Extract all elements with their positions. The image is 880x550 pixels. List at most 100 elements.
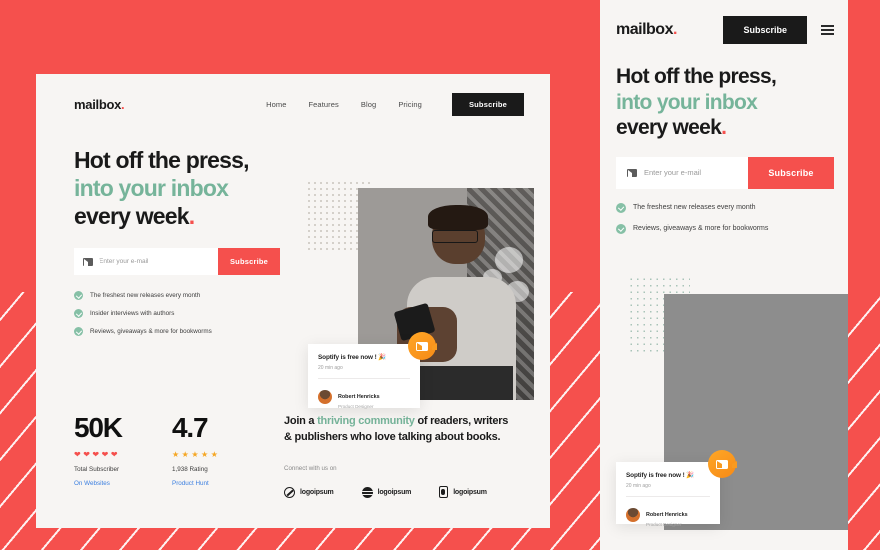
notification-user: Robert Henricks Product Designer — [318, 385, 410, 409]
circle-slash-icon — [284, 486, 295, 498]
nav-item-blog[interactable]: Blog — [361, 100, 376, 109]
notification-title: Soptify is free now ! 🎉 — [626, 472, 695, 479]
partner-logo-label: logoipsum — [453, 488, 487, 496]
envelope-badge-icon — [408, 332, 437, 360]
stat-number: 4.7 — [172, 412, 209, 443]
notification-divider — [318, 378, 410, 379]
mobile-navbar: mailbox. Subscribe — [600, 0, 848, 48]
photo-bokeh — [495, 247, 524, 273]
benefit-label: Reviews, giveaways & more for bookworms — [90, 328, 212, 336]
check-circle-icon — [74, 291, 83, 301]
notification-user-name: Robert Henricks — [646, 512, 688, 518]
avatar — [318, 390, 332, 404]
mobile-navbar-subscribe-button[interactable]: Subscribe — [723, 16, 807, 44]
mobile-headline-line-1: Hot off the press, — [616, 65, 777, 88]
envelope-badge-icon — [708, 450, 737, 478]
mobile-email-input[interactable] — [644, 168, 748, 178]
avatar — [626, 508, 640, 522]
benefit-item: Reviews, giveaways & more for bookworms — [616, 223, 832, 234]
notification-user-role: Product Designer — [338, 404, 374, 409]
partner-logo[interactable]: logoipsum — [361, 486, 412, 498]
mobile-email-input-wrapper[interactable] — [616, 156, 748, 189]
star-icon: ★ — [201, 450, 209, 459]
mobile-headline-line-2: into your inbox — [616, 90, 758, 114]
heart-icon: ❤ — [83, 450, 90, 459]
desktop-subscribe-form: Subscribe — [74, 248, 280, 276]
nav-item-features[interactable]: Features — [308, 100, 338, 109]
stat-rating: 4.7 ★ ★ ★ ★ ★ 1,938 Rating Product Hunt — [172, 414, 270, 528]
brand-logo-dot: . — [121, 96, 125, 112]
photo-subject-hair — [428, 204, 489, 231]
notification-title: Soptify is free now ! 🎉 — [318, 354, 387, 361]
nav-item-pricing[interactable]: Pricing — [398, 100, 422, 109]
community-headline: Join a thriving community of readers, wr… — [284, 414, 509, 445]
email-input-wrapper[interactable] — [74, 248, 218, 276]
headline-line-1: Hot off the press, — [74, 147, 250, 173]
benefit-label: Insider interviews with authors — [90, 310, 175, 318]
desktop-stats-section: 50K ❤ ❤ ❤ ❤ ❤ Total Subscriber On Websit… — [36, 392, 550, 528]
desktop-hero-section: Hot off the press, into your inbox every… — [36, 120, 550, 409]
nav-item-home[interactable]: Home — [266, 100, 286, 109]
photo-subject-glasses — [431, 230, 478, 244]
notification-time: 20 min ago — [318, 365, 343, 371]
headline-line-2: into your inbox — [74, 175, 229, 202]
hero-subscribe-button[interactable]: Subscribe — [218, 248, 280, 276]
mobile-brand-logo-text: mailbox — [616, 21, 673, 38]
mobile-benefits-list: The freshest new releases every month Re… — [616, 202, 832, 234]
mobile-preview-panel: mailbox. Subscribe Hot off the press, in… — [600, 0, 848, 550]
mobile-hero-subscribe-button[interactable]: Subscribe — [748, 156, 834, 189]
desktop-preview-panel: mailbox. Home Features Blog Pricing Subs… — [36, 74, 550, 528]
partner-logos: logoipsum logoipsum logoipsum — [284, 486, 509, 499]
notification-user-name: Robert Henricks — [338, 394, 380, 400]
partner-logo[interactable]: logoipsum — [439, 486, 487, 499]
heart-rating-icons: ❤ ❤ ❤ ❤ ❤ — [74, 451, 172, 459]
mobile-subscribe-form: Subscribe — [616, 156, 834, 189]
email-input[interactable] — [99, 258, 218, 266]
star-icon: ★ — [191, 450, 199, 459]
star-icon: ★ — [210, 450, 218, 459]
connect-label: Connect with us on — [284, 465, 337, 473]
benefit-item: The freshest new releases every month — [616, 202, 832, 213]
benefit-label: The freshest new releases every month — [633, 204, 756, 212]
envelope-icon — [627, 168, 644, 177]
stat-source-link[interactable]: Product Hunt — [172, 480, 270, 487]
notification-time: 20 min ago — [626, 483, 651, 489]
photo-bokeh — [664, 346, 690, 372]
envelope-icon — [83, 257, 100, 266]
check-circle-icon — [74, 309, 83, 319]
book-icon — [439, 486, 449, 499]
mobile-brand-logo[interactable]: mailbox. — [616, 21, 677, 39]
hero-headline: Hot off the press, into your inbox every… — [74, 146, 344, 230]
headline-period: . — [188, 203, 195, 230]
community-block: Join a thriving community of readers, wr… — [284, 414, 509, 528]
headline-line-3: every week — [74, 203, 190, 230]
heart-icon: ❤ — [110, 450, 118, 459]
benefit-label: Reviews, giveaways & more for bookworms — [633, 225, 769, 233]
star-icon: ★ — [172, 450, 180, 459]
star-icon: ★ — [181, 450, 189, 459]
stat-label: Total Subscriber — [74, 466, 120, 473]
heart-icon: ❤ — [101, 450, 109, 459]
check-circle-icon — [616, 202, 626, 213]
heart-icon: ❤ — [92, 450, 100, 459]
stat-source-link[interactable]: On Websites — [74, 480, 172, 487]
partner-logo-label: logoipsum — [377, 488, 412, 496]
mobile-notification-card[interactable]: Soptify is free now ! 🎉 20 min ago Rober… — [616, 450, 737, 527]
mobile-headline-period: . — [721, 116, 727, 140]
stat-label: 1,938 Rating — [172, 466, 208, 473]
check-circle-icon — [616, 223, 626, 234]
mobile-hero-section: Hot off the press, into your inbox every… — [600, 48, 848, 234]
benefit-label: The freshest new releases every month — [90, 292, 201, 300]
hamburger-icon[interactable] — [821, 24, 834, 36]
notification-user: Robert Henricks Product Designer — [626, 503, 710, 527]
mobile-headline-line-3: every week — [616, 116, 722, 140]
partner-logo[interactable]: logoipsum — [284, 486, 334, 498]
stat-number: 50K — [74, 412, 123, 443]
notification-card[interactable]: Soptify is free now ! 🎉 20 min ago Rober… — [308, 332, 437, 409]
photo-bokeh — [664, 294, 695, 325]
community-text-highlight: thriving community — [317, 415, 415, 427]
photo-bokeh — [664, 325, 686, 346]
heart-icon: ❤ — [74, 450, 81, 459]
navbar-subscribe-button[interactable]: Subscribe — [451, 92, 524, 116]
brand-logo[interactable]: mailbox. — [74, 96, 125, 112]
